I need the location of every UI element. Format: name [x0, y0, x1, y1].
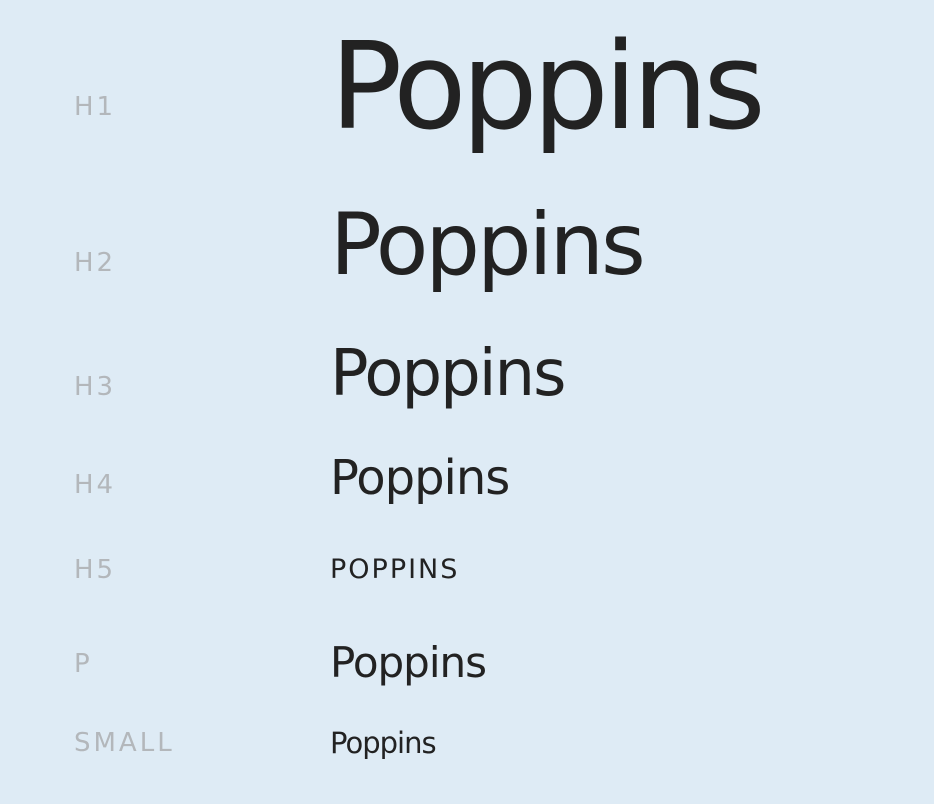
- type-sample-small: Poppins: [330, 726, 437, 760]
- type-sample-h5: POPPINS: [330, 554, 460, 585]
- type-sample-h1: Poppins: [330, 18, 766, 157]
- type-sample-h2: Poppins: [330, 195, 646, 295]
- type-label-h4: H4: [74, 470, 117, 500]
- type-label-small: SMALL: [74, 728, 175, 758]
- type-sample-h3: Poppins: [330, 337, 566, 411]
- type-sample-h4: Poppins: [330, 450, 510, 506]
- type-label-h3: H3: [74, 372, 117, 402]
- type-sample-p: Poppins: [330, 638, 487, 687]
- type-label-h2: H2: [74, 248, 117, 278]
- type-label-h1: H1: [74, 92, 117, 122]
- type-label-p: P: [74, 649, 93, 679]
- type-label-h5: H5: [74, 555, 117, 585]
